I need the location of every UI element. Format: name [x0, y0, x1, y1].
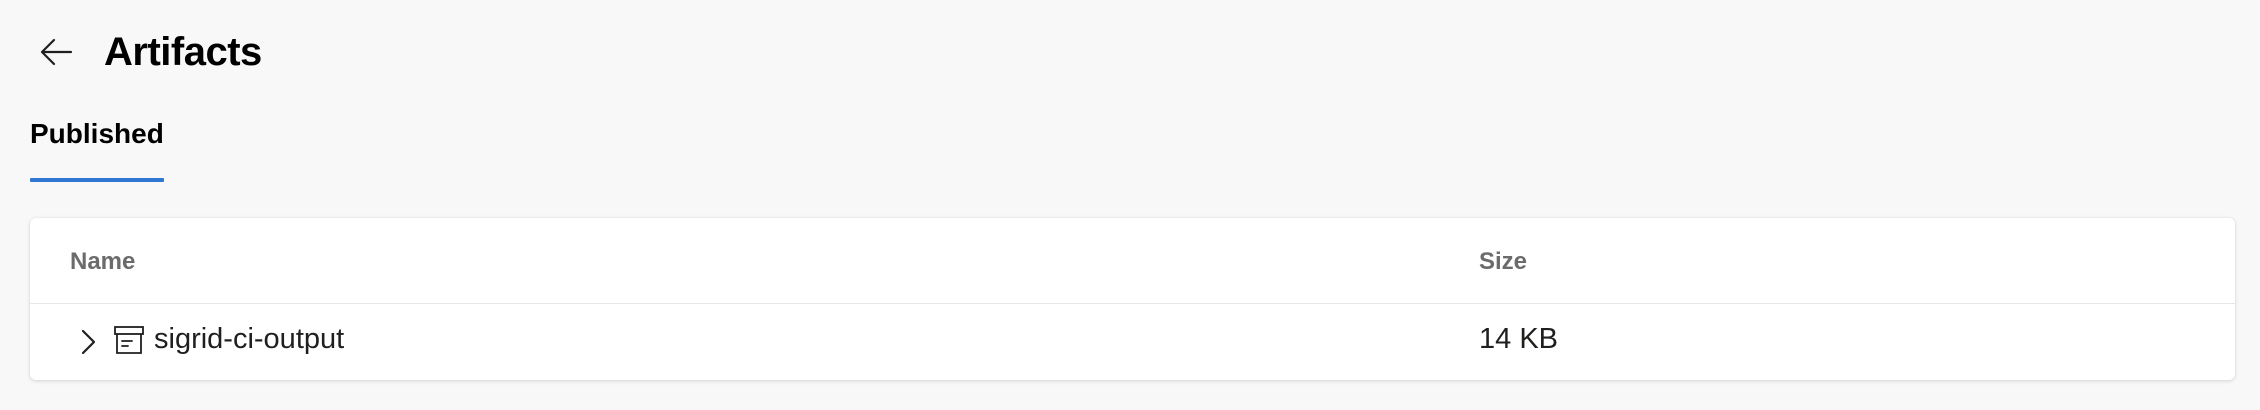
archive-box-icon [114, 326, 144, 354]
table-header: Name Size [30, 218, 2235, 304]
arrow-left-icon [40, 38, 73, 66]
tab-published[interactable]: Published [30, 118, 164, 182]
artifacts-table: Name Size sigrid-ci-output 14 KB [30, 218, 2235, 380]
column-header-size[interactable]: Size [1479, 248, 1527, 276]
page-header: Artifacts [30, 22, 262, 82]
tab-bar: Published [30, 118, 164, 182]
back-button[interactable] [30, 26, 82, 78]
page-title: Artifacts [104, 29, 262, 74]
tab-selected-indicator [30, 178, 164, 182]
table-row[interactable]: sigrid-ci-output 14 KB [30, 304, 2235, 380]
column-header-name[interactable]: Name [70, 248, 135, 276]
tab-published-label: Published [30, 118, 164, 149]
artifact-size: 14 KB [1479, 323, 1558, 355]
artifact-name[interactable]: sigrid-ci-output [154, 323, 344, 356]
chevron-right-icon[interactable] [70, 324, 106, 360]
